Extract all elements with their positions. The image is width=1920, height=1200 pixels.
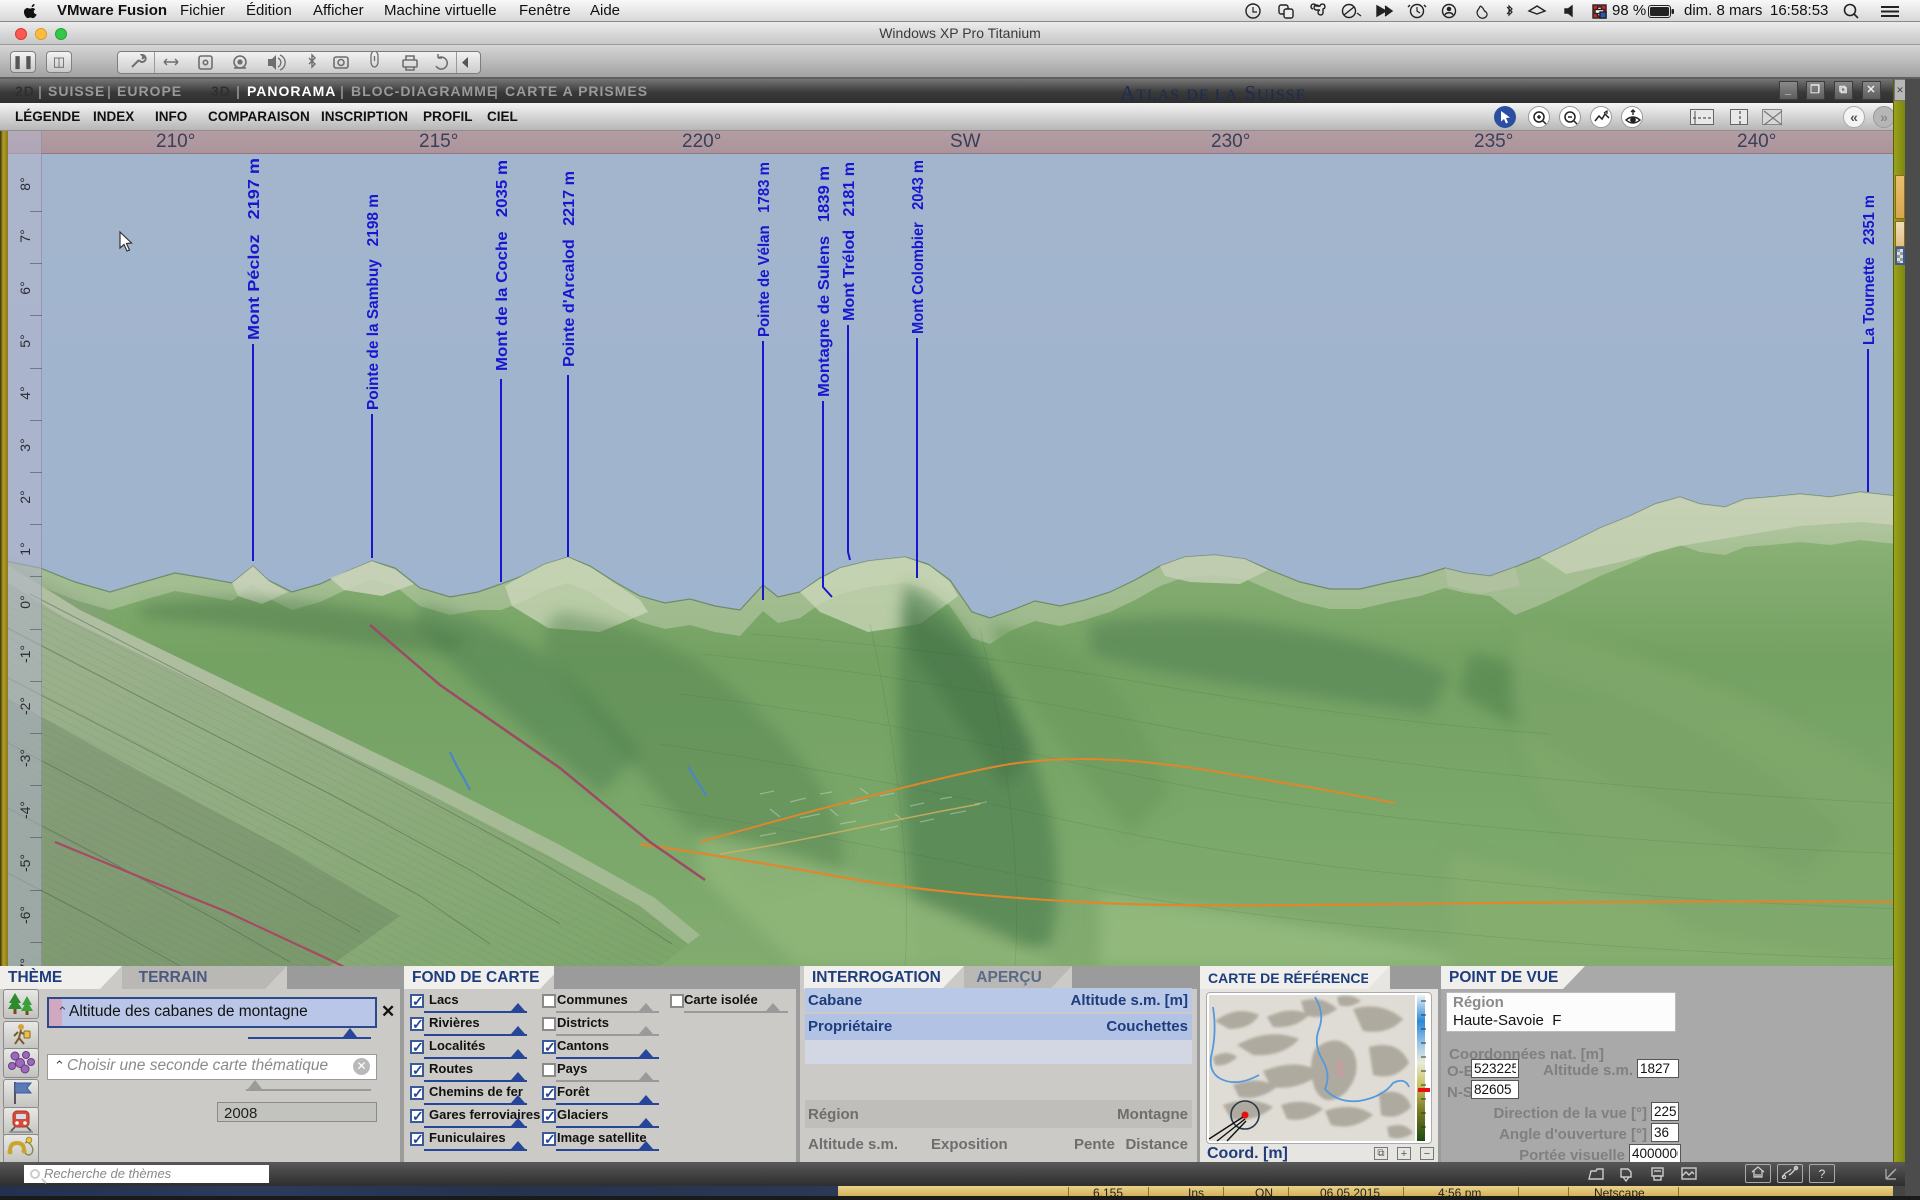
svg-text:La Tournette 2351 m: La Tournette 2351 m xyxy=(1861,195,1878,345)
svg-text:Pointe d'Arcalod 2217 m: Pointe d'Arcalod 2217 m xyxy=(561,171,578,367)
svg-text:Mont de la Coche 2035 m: Mont de la Coche 2035 m xyxy=(494,160,511,371)
svg-text:Pointe de Vélan 1783 m: Pointe de Vélan 1783 m xyxy=(756,162,773,337)
svg-text:Montagne de Sulens 1839 m: Montagne de Sulens 1839 m xyxy=(816,166,833,397)
svg-text:Mont Pécloz 2197 m: Mont Pécloz 2197 m xyxy=(246,158,263,340)
svg-text:Mont Trélod 2181 m: Mont Trélod 2181 m xyxy=(841,162,858,321)
svg-text:Mont Colombier 2043 m: Mont Colombier 2043 m xyxy=(910,160,927,334)
svg-text:Pointe de la Sambuy 2198 m: Pointe de la Sambuy 2198 m xyxy=(365,194,382,410)
